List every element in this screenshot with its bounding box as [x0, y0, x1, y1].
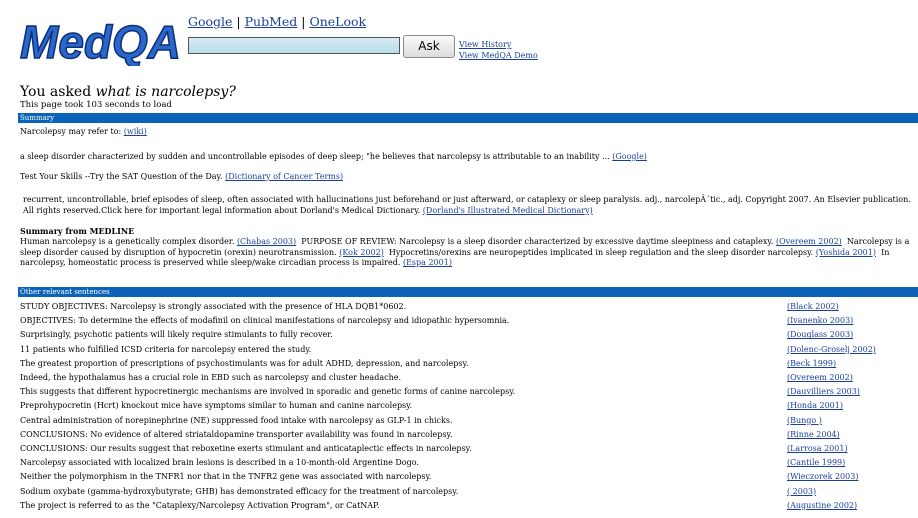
other-sentences-header: Other relevant sentences	[18, 287, 918, 297]
dorland-link[interactable]: (Dorland's Illustrated Medical Dictionar…	[423, 206, 593, 215]
medline-paragraph: Human narcolepsy is a genetically comple…	[20, 237, 915, 269]
cancer-text: Test Your Skills --Try the SAT Question …	[20, 172, 223, 181]
medline-cite[interactable]: (Espa 2001)	[403, 258, 452, 267]
sentence-row-text: CONCLUSIONS: No evidence of altered stri…	[20, 429, 453, 439]
pubmed-link[interactable]: PubMed	[245, 14, 298, 29]
sentence-row-text: 11 patients who fulfilled ICSD criteria …	[20, 344, 312, 354]
google-source-link[interactable]: (Google)	[612, 152, 647, 161]
medline-heading: Summary from MEDLINE	[20, 226, 135, 236]
sentence-row-text: The project is referred to as the "Catap…	[20, 500, 380, 510]
sentence-row-text: Surprisingly, psychotic patients will li…	[20, 330, 333, 340]
medline-cite[interactable]: (Yoshida 2001)	[816, 248, 876, 257]
sentence-row-text: Sodium oxybate (gamma-hydroxybutyrate; G…	[20, 486, 459, 496]
sentence-row-citation[interactable]: (Beck 1999)	[787, 359, 836, 368]
separator: |	[301, 14, 306, 29]
sentence-row-text: Central administration of norepinephrine…	[20, 415, 453, 425]
sentence-row-text: Narcolepsy associated with localized bra…	[20, 458, 419, 468]
logo-text: MedQA	[20, 16, 181, 66]
sentence-row-text: Preprohypocretin (Hcrt) knockout mice ha…	[20, 401, 413, 411]
cancer-line: Test Your Skills --Try the SAT Question …	[20, 172, 343, 183]
question-prefix: You asked	[20, 84, 92, 100]
wiki-link[interactable]: (wiki)	[124, 127, 147, 136]
search-input[interactable]	[188, 37, 400, 54]
medline-cite[interactable]: (Chabas 2003)	[237, 237, 296, 246]
sentence-row-citation[interactable]: (Augustine 2002)	[787, 501, 857, 510]
onelook-link[interactable]: OneLook	[309, 14, 366, 29]
dorland-paragraph: recurrent, uncontrollable, brief episode…	[20, 195, 918, 216]
medline-sentence: PURPOSE OF REVIEW: Narcolepsy is a sleep…	[301, 237, 774, 246]
sentence-row-citation[interactable]: (Black 2002)	[787, 302, 839, 311]
sentence-row-text: CONCLUSIONS: Our results suggest that re…	[20, 444, 472, 453]
cancer-link[interactable]: (Dictionary of Cancer Terms)	[225, 172, 343, 181]
view-history-link[interactable]: View History	[459, 39, 538, 50]
sentence-row-text: STUDY OBJECTIVES: Narcolepsy is strongly…	[20, 302, 407, 311]
separator: |	[236, 14, 241, 29]
sentence-row-text: The greatest proportion of prescriptions…	[20, 358, 469, 368]
sentence-row-citation[interactable]: (Bungo )	[787, 416, 822, 425]
view-demo-link[interactable]: View MedQA Demo	[459, 50, 538, 61]
sentence-row-citation[interactable]: (Wieczorek 2003)	[787, 472, 858, 481]
medline-cite[interactable]: (Kok 2002)	[339, 248, 384, 257]
medline-cite[interactable]: (Overeem 2002)	[776, 237, 842, 246]
sentence-row-citation[interactable]: (Honda 2001)	[787, 401, 843, 410]
sentence-row-citation[interactable]: (Rinne 2004)	[787, 430, 840, 439]
sentence-row-citation[interactable]: (Dolenc-Groselj 2002)	[787, 345, 876, 354]
sentence-row-citation[interactable]: (Dauvilliers 2003)	[787, 387, 860, 396]
wiki-line: Narcolepsy may refer to: (wiki)	[20, 127, 147, 138]
sentence-row-text: Indeed, the hypothalamus has a crucial r…	[20, 373, 402, 382]
side-links: View History View MedQA Demo	[459, 39, 538, 61]
google-text: a sleep disorder characterized by sudden…	[20, 152, 610, 161]
medline-sentence: Human narcolepsy is a genetically comple…	[20, 237, 235, 246]
sentence-row-citation[interactable]: ( 2003)	[787, 487, 816, 496]
sentence-row-text: OBJECTIVES: To determine the effects of …	[20, 316, 510, 326]
wiki-text: Narcolepsy may refer to:	[20, 127, 122, 136]
sentence-row-citation[interactable]: (Douglass 2003)	[787, 330, 853, 339]
google-link[interactable]: Google	[188, 14, 232, 29]
summary-header: Summary	[18, 113, 918, 123]
sentence-row-citation[interactable]: (Ivanenko 2003)	[787, 316, 853, 325]
sentence-row-text: Neither the polymorphism in the TNFR1 no…	[20, 472, 432, 482]
google-line: a sleep disorder characterized by sudden…	[20, 152, 647, 163]
medline-sentence: Hypocretins/orexins are neuropeptides im…	[388, 247, 814, 257]
sentence-row-citation[interactable]: (Cantile 1999)	[787, 458, 845, 467]
question-heading: You asked what is narcolepsy?	[20, 84, 236, 100]
sentence-row-text: This suggests that different hypocretine…	[20, 387, 516, 397]
load-time: This page took 103 seconds to load	[20, 100, 172, 110]
question-text: what is narcolepsy?	[95, 84, 236, 100]
sentence-row-citation[interactable]: (Overeem 2002)	[787, 373, 853, 382]
medqa-logo: MedQA	[19, 15, 182, 66]
top-links: Google | PubMed | OneLook	[188, 14, 366, 29]
sentence-row-citation[interactable]: (Larrosa 2001)	[787, 444, 848, 453]
ask-button[interactable]: Ask	[403, 35, 455, 58]
